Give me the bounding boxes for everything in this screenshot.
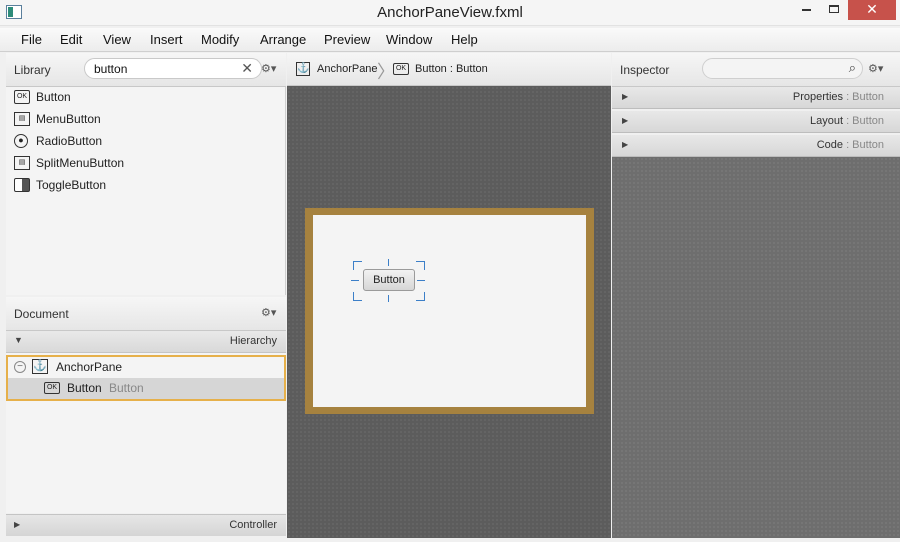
anchor-pane-icon: ⚓ <box>296 62 310 76</box>
controller-section[interactable]: ▶ Controller <box>6 514 286 536</box>
close-button[interactable]: ✕ <box>848 0 896 20</box>
selection-handle-tr-v[interactable] <box>424 261 425 270</box>
library-gear-icon[interactable]: ⚙▾ <box>261 62 276 75</box>
hierarchy-section[interactable]: ▼ Hierarchy <box>6 331 286 353</box>
search-icon: ⌕ <box>848 60 856 75</box>
section-label: Code : Button <box>817 139 884 151</box>
split-menu-button-icon: ▤ <box>14 156 30 170</box>
controller-label: Controller <box>229 519 277 531</box>
inspector-title: Inspector <box>620 63 670 77</box>
selection-handle-top[interactable] <box>388 259 389 266</box>
toggle-button-icon <box>14 178 30 192</box>
tree-item-button[interactable]: OK Button Button <box>8 378 284 399</box>
menu-modify[interactable]: Modify <box>201 32 239 47</box>
library-item-splitmenubutton[interactable]: ▤ SplitMenuButton <box>6 153 286 175</box>
menu-window[interactable]: Window <box>386 32 432 47</box>
expand-arrow-icon: ▶ <box>622 92 629 101</box>
menu-bar: File Edit View Insert Modify Arrange Pre… <box>0 28 900 52</box>
section-sub: : Button <box>843 115 884 127</box>
library-list: OK Button ▤ MenuButton ● RadioButton ▤ S… <box>6 87 286 295</box>
section-sub: : Button <box>843 91 884 103</box>
ok-button-icon: OK <box>14 90 30 104</box>
menu-file[interactable]: File <box>21 32 42 47</box>
selection-handle-left[interactable] <box>351 280 359 281</box>
inspector-header: Inspector ⌕ ⚙▾ <box>612 53 900 87</box>
menu-help[interactable]: Help <box>451 32 478 47</box>
expand-arrow-icon: ▶ <box>622 116 629 125</box>
section-name: Code <box>816 139 844 151</box>
tree-collapse-icon[interactable]: − <box>14 361 26 373</box>
document-header: Document ⚙▾ <box>6 297 286 331</box>
menu-edit[interactable]: Edit <box>60 32 82 47</box>
ok-button-icon: OK <box>393 63 409 75</box>
anchor-pane-frame[interactable]: Button <box>305 208 594 414</box>
library-item-label: Button <box>36 90 71 104</box>
selection-handle-br-v[interactable] <box>424 292 425 301</box>
selection-handle-bl[interactable] <box>353 300 362 301</box>
collapse-arrow-icon: ▼ <box>14 335 23 345</box>
library-item-label: RadioButton <box>36 134 103 148</box>
breadcrumb: ⚓ AnchorPane 〉 OK Button : Button <box>287 53 611 86</box>
tree-item-anchorpane[interactable]: − ⚓ AnchorPane <box>8 357 284 378</box>
inspector-section-code[interactable]: ▶ Code : Button <box>612 135 900 157</box>
inspector-section-properties[interactable]: ▶ Properties : Button <box>612 87 900 109</box>
inspector-body <box>612 157 900 538</box>
menu-preview[interactable]: Preview <box>324 32 370 47</box>
radio-button-icon: ● <box>14 134 28 148</box>
tree-item-type: Button <box>109 381 144 395</box>
library-search-input[interactable]: button ✕ <box>84 58 262 79</box>
library-item-radiobutton[interactable]: ● RadioButton <box>6 131 286 153</box>
expand-arrow-icon: ▶ <box>622 140 629 149</box>
maximize-button[interactable] <box>819 0 849 20</box>
section-label: Layout : Button <box>810 115 884 127</box>
breadcrumb-button[interactable]: Button : Button <box>415 63 488 75</box>
design-canvas[interactable]: Button <box>287 86 611 538</box>
expand-arrow-icon: ▶ <box>14 520 21 529</box>
library-item-label: ToggleButton <box>36 178 107 192</box>
breadcrumb-anchorpane[interactable]: AnchorPane <box>317 63 378 75</box>
design-button[interactable]: Button <box>363 269 415 291</box>
document-gear-icon[interactable]: ⚙▾ <box>261 306 276 319</box>
anchor-pane-content[interactable]: Button <box>313 215 586 407</box>
section-label: Properties : Button <box>793 91 884 103</box>
anchor-pane-icon: ⚓ <box>32 359 48 374</box>
section-sub: : Button <box>843 139 884 151</box>
selection-handle-tl[interactable] <box>353 261 362 262</box>
close-icon: ✕ <box>866 1 878 17</box>
hierarchy-tree: − ⚓ AnchorPane OK Button Button <box>6 353 286 513</box>
document-title: Document <box>14 307 69 321</box>
menu-button-icon: ▤ <box>14 112 30 126</box>
selection-handle-bottom[interactable] <box>388 295 389 302</box>
library-item-label: SplitMenuButton <box>36 156 125 170</box>
tree-item-label: AnchorPane <box>56 360 123 374</box>
library-item-button[interactable]: OK Button <box>6 87 286 109</box>
tree-item-label: Button <box>67 381 102 395</box>
title-bar: AnchorPaneView.fxml ✕ <box>0 0 900 26</box>
inspector-search-input[interactable]: ⌕ <box>702 58 863 79</box>
menu-insert[interactable]: Insert <box>150 32 183 47</box>
selection-handle-bl-v[interactable] <box>353 292 354 301</box>
maximize-icon <box>829 5 839 13</box>
section-name: Properties <box>792 91 844 103</box>
selection-handle-tl-v[interactable] <box>353 261 354 270</box>
library-search-value: button <box>94 62 128 76</box>
library-item-togglebutton[interactable]: ToggleButton <box>6 175 286 197</box>
clear-search-icon[interactable]: ✕ <box>241 60 253 77</box>
selection-handle-right[interactable] <box>417 280 425 281</box>
window-title: AnchorPaneView.fxml <box>377 4 523 21</box>
section-name: Layout <box>809 115 844 127</box>
menu-arrange[interactable]: Arrange <box>260 32 306 47</box>
tree-selection: − ⚓ AnchorPane OK Button Button <box>6 355 286 401</box>
menu-view[interactable]: View <box>103 32 131 47</box>
hierarchy-label: Hierarchy <box>229 335 277 347</box>
library-item-menubutton[interactable]: ▤ MenuButton <box>6 109 286 131</box>
ok-button-icon: OK <box>44 382 60 394</box>
minimize-icon <box>802 9 811 11</box>
library-title: Library <box>14 63 51 77</box>
minimize-button[interactable] <box>791 0 821 20</box>
library-item-label: MenuButton <box>36 112 101 126</box>
inspector-section-layout[interactable]: ▶ Layout : Button <box>612 111 900 133</box>
library-header: Library button ✕ ⚙▾ <box>6 53 286 87</box>
inspector-gear-icon[interactable]: ⚙▾ <box>868 62 883 75</box>
